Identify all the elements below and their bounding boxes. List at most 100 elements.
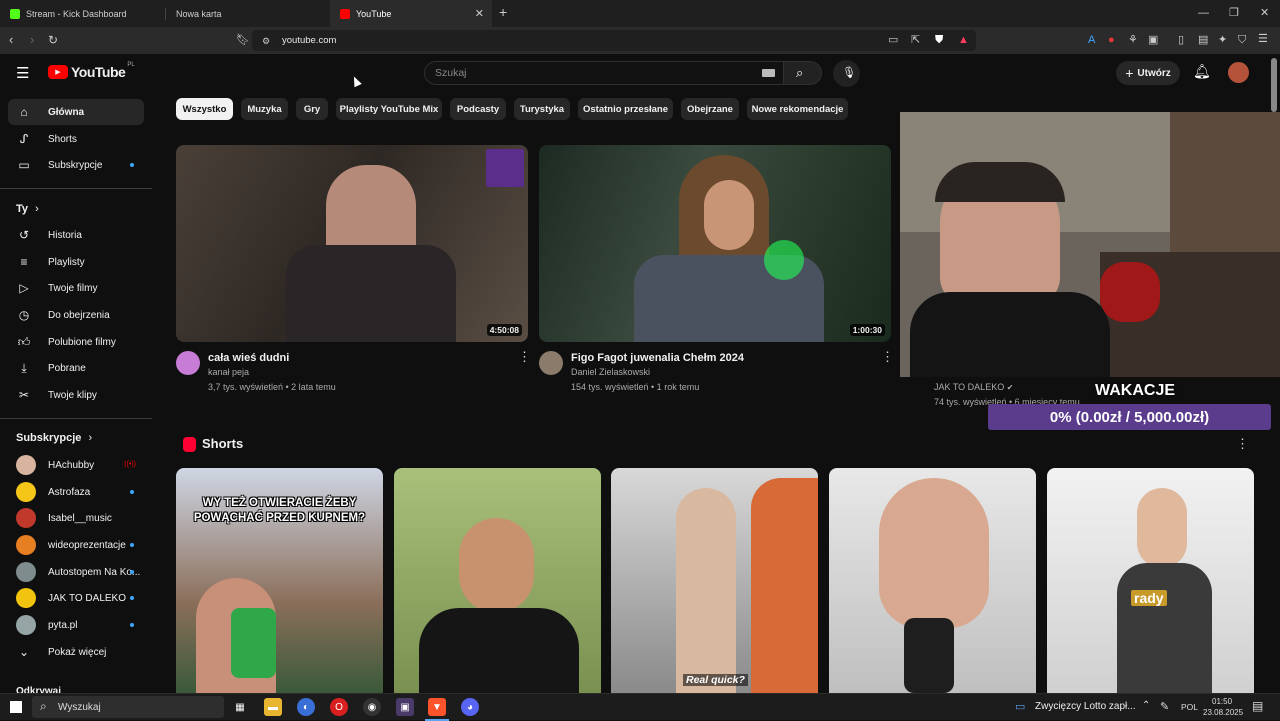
short-thumbnail[interactable]: rady (1047, 468, 1254, 693)
share-icon[interactable]: ⇱ (911, 33, 920, 47)
app-icon[interactable]: ▣ (396, 698, 414, 716)
video-title[interactable]: Figo Fagot juwenalia Chełm 2024 (571, 352, 744, 364)
keyboard-icon[interactable] (762, 69, 775, 77)
windows-start-icon[interactable] (10, 701, 22, 713)
clock-date[interactable]: 23.08.2025 (1203, 708, 1243, 717)
forward-icon[interactable]: › (30, 33, 34, 47)
short-thumbnail[interactable] (829, 468, 1036, 693)
chip-all[interactable]: Wszystko (176, 98, 233, 120)
sidebar-item-history[interactable]: ↺ Historia (8, 222, 144, 248)
voice-search-button[interactable]: 🎙︎ (833, 60, 860, 87)
adblock-icon[interactable]: ● (1108, 33, 1115, 47)
reload-icon[interactable]: ↻ (48, 33, 58, 47)
sidebar-item-your-videos[interactable]: ▷ Twoje filmy (8, 275, 144, 301)
chip-recently-uploaded[interactable]: Ostatnio przesłane (578, 98, 673, 120)
more-options-icon[interactable]: ⋮ (518, 350, 531, 363)
chip-watched[interactable]: Obejrzane (681, 98, 739, 120)
task-view-icon[interactable]: ▦ (231, 698, 249, 716)
pen-icon[interactable]: ✎ (1160, 700, 1169, 713)
chip-games[interactable]: Gry (296, 98, 328, 120)
short-thumbnail[interactable]: WY TEŻ OTWIERACIE ŻEBY POWĄCHAĆ PRZED KU… (176, 468, 383, 693)
new-tab-icon[interactable]: + (499, 5, 507, 19)
sidebar-toggle-icon[interactable]: ▯ (1178, 33, 1184, 47)
ai-icon[interactable]: ✦ (1218, 33, 1227, 47)
minimize-icon[interactable]: — (1198, 6, 1209, 20)
chip-music[interactable]: Muzyka (241, 98, 288, 120)
url-field[interactable]: ⚙︎ youtube.com ▭ ⇱ ⛊ ▲ (252, 30, 976, 51)
sidebar-sub-wideoprezentacje[interactable]: wideoprezentacje (8, 532, 144, 558)
extensions-icon[interactable]: ⚘ (1128, 33, 1138, 47)
chip-travel[interactable]: Turystyka (514, 98, 570, 120)
more-options-icon[interactable]: ⋮ (1236, 437, 1249, 450)
sidebar-item-home[interactable]: ⌂ Główna (8, 99, 144, 125)
sidebar-item-liked[interactable]: 👍︎ Polubione filmy (8, 329, 144, 355)
restore-icon[interactable]: ❐ (1229, 6, 1239, 20)
wallet-icon[interactable]: ▤ (1198, 33, 1208, 47)
file-explorer-icon[interactable]: ▬ (264, 698, 282, 716)
short-thumbnail[interactable] (394, 468, 601, 693)
sidebar-item-watch-later[interactable]: ◷ Do obejrzenia (8, 302, 144, 328)
channel-name[interactable]: kanał peja (208, 367, 249, 377)
vpn-icon[interactable]: ⛉ (1238, 33, 1246, 47)
channel-avatar[interactable] (176, 351, 200, 375)
chip-podcasts[interactable]: Podcasty (450, 98, 506, 120)
sidebar-sub-autostopem[interactable]: Autostopem Na Ko... (8, 559, 144, 585)
video-thumbnail[interactable]: 1:00:30 (539, 145, 891, 342)
sidebar-you-heading[interactable]: Ty › (16, 203, 39, 215)
news-widget-text[interactable]: Zwycięzcy Lotto zapł... (1035, 701, 1136, 712)
sidebar-subscriptions-heading[interactable]: Subskrypcje › (16, 432, 92, 444)
close-tab-icon[interactable]: ✕ (475, 7, 484, 20)
notifications-icon[interactable]: ▤ (1252, 699, 1263, 713)
video-thumbnail[interactable]: 4:50:08 (176, 145, 528, 342)
sidebar-sub-pyta-pl[interactable]: pyta.pl (8, 612, 144, 638)
sidebar-item-subscriptions[interactable]: ▭ Subskrypcje (8, 152, 144, 178)
chip-mix[interactable]: Playlisty YouTube Mix (336, 98, 442, 120)
sidebar-show-more[interactable]: ⌄ Pokaż więcej (8, 639, 144, 665)
search-input[interactable]: Szukaj (424, 61, 784, 85)
video-title[interactable]: cała wieś dudni (208, 352, 289, 364)
search-button[interactable]: ⌕ (783, 61, 822, 85)
brave-icon[interactable]: ▼ (428, 698, 446, 716)
sidebar-sub-hachubby[interactable]: HAchubby ((•)) (8, 452, 144, 478)
sidebar-item-clips[interactable]: ✂ Twoje klipy (8, 382, 144, 408)
sidebar-sub-astrofaza[interactable]: Astrofaza (8, 479, 144, 505)
app-icon[interactable]: ◐ (297, 698, 315, 716)
page-scrollbar[interactable] (1271, 58, 1277, 112)
sidebar-item-shorts[interactable]: ᔑ Shorts (8, 126, 144, 152)
youtube-logo[interactable]: ▶ YouTube PL (48, 62, 135, 80)
notifications-icon[interactable]: 🔔︎ (1193, 63, 1211, 80)
obs-icon[interactable]: ◉ (363, 698, 381, 716)
back-icon[interactable]: ‹ (9, 33, 13, 47)
hamburger-menu-icon[interactable]: ☰ (16, 64, 29, 82)
channel-name[interactable]: JAK TO DALEKO ✔ (934, 382, 1013, 392)
sidebar-sub-isabel-music[interactable]: Isabel__music (8, 505, 144, 531)
sidebar-sub-jak-to-daleko[interactable]: JAK TO DALEKO (8, 585, 144, 611)
rewards-icon[interactable]: ▲ (958, 33, 969, 47)
tab-new-tab[interactable]: Nowa karta (166, 0, 330, 27)
cast-icon[interactable]: ▭ (888, 33, 898, 47)
more-options-icon[interactable]: ⋮ (881, 350, 894, 363)
site-info-icon[interactable]: ⚙︎ (262, 34, 270, 48)
tab-kick-dashboard[interactable]: Stream - Kick Dashboard (0, 0, 165, 27)
bookmark-icon[interactable]: 🔖︎ (236, 33, 250, 47)
channel-name[interactable]: Daniel Zielaskowski (571, 367, 650, 377)
create-button[interactable]: + Utwórz (1116, 61, 1180, 85)
news-widget-icon[interactable]: ▭ (1015, 700, 1025, 713)
chevron-up-icon[interactable]: ⌃ (1142, 700, 1150, 711)
opera-icon[interactable]: O (330, 698, 348, 716)
avatar[interactable] (1228, 62, 1249, 83)
menu-icon[interactable]: ☰ (1258, 32, 1268, 46)
short-thumbnail[interactable]: Real quick? (611, 468, 818, 693)
sidebar-item-downloads[interactable]: ⤓ Pobrane (8, 355, 144, 381)
shield-icon[interactable]: ⛊ (935, 33, 943, 47)
tab-groups-icon[interactable]: ▣ (1148, 33, 1158, 47)
chip-new-to-you[interactable]: Nowe rekomendacje (747, 98, 848, 120)
close-window-icon[interactable]: ✕ (1260, 6, 1269, 20)
tab-youtube[interactable]: YouTube ✕ (330, 0, 492, 27)
channel-avatar[interactable] (539, 351, 563, 375)
sidebar-item-playlists[interactable]: ≡ Playlisty (8, 249, 144, 275)
discord-icon[interactable]: ◕ (461, 698, 479, 716)
taskbar-search[interactable]: ⌕ Wyszukaj (32, 696, 224, 718)
language-indicator[interactable]: POL (1181, 702, 1198, 712)
translate-icon[interactable]: A (1088, 33, 1095, 47)
